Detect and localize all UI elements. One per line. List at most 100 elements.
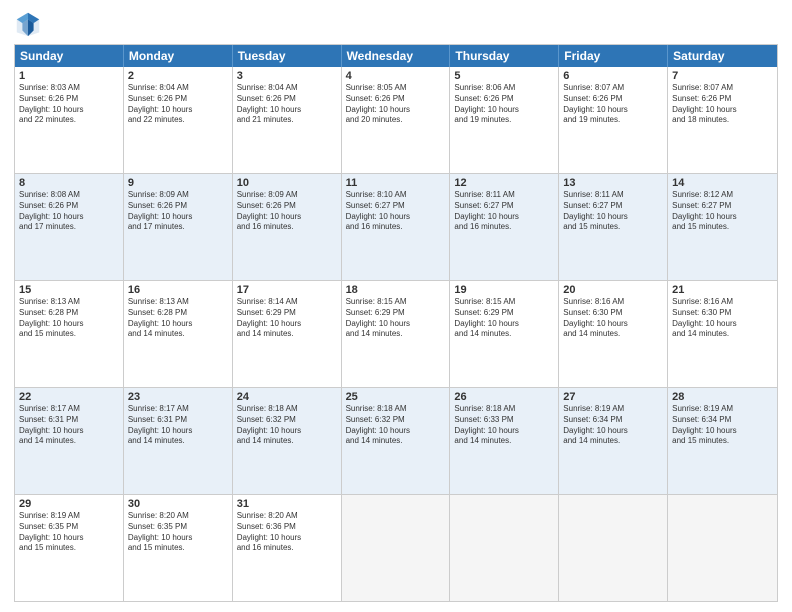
calendar-cell-1: 1Sunrise: 8:03 AM Sunset: 6:26 PM Daylig… <box>15 67 124 173</box>
calendar-cell-26: 26Sunrise: 8:18 AM Sunset: 6:33 PM Dayli… <box>450 388 559 494</box>
day-number: 12 <box>454 177 554 189</box>
day-number: 14 <box>672 177 773 189</box>
calendar-cell-29: 29Sunrise: 8:19 AM Sunset: 6:35 PM Dayli… <box>15 495 124 601</box>
day-number: 9 <box>128 177 228 189</box>
calendar-cell-empty <box>559 495 668 601</box>
day-number: 28 <box>672 391 773 403</box>
calendar-cell-30: 30Sunrise: 8:20 AM Sunset: 6:35 PM Dayli… <box>124 495 233 601</box>
day-number: 26 <box>454 391 554 403</box>
day-number: 23 <box>128 391 228 403</box>
day-number: 24 <box>237 391 337 403</box>
calendar-cell-31: 31Sunrise: 8:20 AM Sunset: 6:36 PM Dayli… <box>233 495 342 601</box>
calendar-cell-22: 22Sunrise: 8:17 AM Sunset: 6:31 PM Dayli… <box>15 388 124 494</box>
day-number: 8 <box>19 177 119 189</box>
calendar-cell-11: 11Sunrise: 8:10 AM Sunset: 6:27 PM Dayli… <box>342 174 451 280</box>
day-info: Sunrise: 8:13 AM Sunset: 6:28 PM Dayligh… <box>128 297 228 340</box>
calendar-cell-empty <box>342 495 451 601</box>
header-day-sunday: Sunday <box>15 45 124 67</box>
calendar: SundayMondayTuesdayWednesdayThursdayFrid… <box>14 44 778 602</box>
calendar-cell-empty <box>668 495 777 601</box>
day-number: 25 <box>346 391 446 403</box>
calendar-cell-27: 27Sunrise: 8:19 AM Sunset: 6:34 PM Dayli… <box>559 388 668 494</box>
logo <box>14 10 46 38</box>
day-info: Sunrise: 8:17 AM Sunset: 6:31 PM Dayligh… <box>128 404 228 447</box>
day-info: Sunrise: 8:06 AM Sunset: 6:26 PM Dayligh… <box>454 83 554 126</box>
day-info: Sunrise: 8:08 AM Sunset: 6:26 PM Dayligh… <box>19 190 119 233</box>
header <box>14 10 778 38</box>
calendar-cell-28: 28Sunrise: 8:19 AM Sunset: 6:34 PM Dayli… <box>668 388 777 494</box>
header-day-thursday: Thursday <box>450 45 559 67</box>
calendar-cell-empty <box>450 495 559 601</box>
day-number: 6 <box>563 70 663 82</box>
calendar-week-2: 8Sunrise: 8:08 AM Sunset: 6:26 PM Daylig… <box>15 173 777 280</box>
calendar-cell-16: 16Sunrise: 8:13 AM Sunset: 6:28 PM Dayli… <box>124 281 233 387</box>
header-day-saturday: Saturday <box>668 45 777 67</box>
day-info: Sunrise: 8:09 AM Sunset: 6:26 PM Dayligh… <box>237 190 337 233</box>
calendar-cell-7: 7Sunrise: 8:07 AM Sunset: 6:26 PM Daylig… <box>668 67 777 173</box>
day-info: Sunrise: 8:20 AM Sunset: 6:35 PM Dayligh… <box>128 511 228 554</box>
day-info: Sunrise: 8:17 AM Sunset: 6:31 PM Dayligh… <box>19 404 119 447</box>
calendar-week-5: 29Sunrise: 8:19 AM Sunset: 6:35 PM Dayli… <box>15 494 777 601</box>
day-info: Sunrise: 8:10 AM Sunset: 6:27 PM Dayligh… <box>346 190 446 233</box>
day-number: 29 <box>19 498 119 510</box>
day-number: 10 <box>237 177 337 189</box>
day-number: 4 <box>346 70 446 82</box>
day-info: Sunrise: 8:13 AM Sunset: 6:28 PM Dayligh… <box>19 297 119 340</box>
day-info: Sunrise: 8:19 AM Sunset: 6:35 PM Dayligh… <box>19 511 119 554</box>
day-number: 7 <box>672 70 773 82</box>
calendar-cell-4: 4Sunrise: 8:05 AM Sunset: 6:26 PM Daylig… <box>342 67 451 173</box>
page: SundayMondayTuesdayWednesdayThursdayFrid… <box>0 0 792 612</box>
calendar-cell-12: 12Sunrise: 8:11 AM Sunset: 6:27 PM Dayli… <box>450 174 559 280</box>
calendar-cell-23: 23Sunrise: 8:17 AM Sunset: 6:31 PM Dayli… <box>124 388 233 494</box>
day-info: Sunrise: 8:07 AM Sunset: 6:26 PM Dayligh… <box>672 83 773 126</box>
calendar-body: 1Sunrise: 8:03 AM Sunset: 6:26 PM Daylig… <box>15 67 777 601</box>
day-number: 18 <box>346 284 446 296</box>
calendar-week-1: 1Sunrise: 8:03 AM Sunset: 6:26 PM Daylig… <box>15 67 777 173</box>
day-info: Sunrise: 8:19 AM Sunset: 6:34 PM Dayligh… <box>672 404 773 447</box>
calendar-cell-8: 8Sunrise: 8:08 AM Sunset: 6:26 PM Daylig… <box>15 174 124 280</box>
day-number: 3 <box>237 70 337 82</box>
calendar-cell-15: 15Sunrise: 8:13 AM Sunset: 6:28 PM Dayli… <box>15 281 124 387</box>
day-info: Sunrise: 8:16 AM Sunset: 6:30 PM Dayligh… <box>672 297 773 340</box>
header-day-friday: Friday <box>559 45 668 67</box>
calendar-cell-18: 18Sunrise: 8:15 AM Sunset: 6:29 PM Dayli… <box>342 281 451 387</box>
day-info: Sunrise: 8:04 AM Sunset: 6:26 PM Dayligh… <box>237 83 337 126</box>
day-info: Sunrise: 8:20 AM Sunset: 6:36 PM Dayligh… <box>237 511 337 554</box>
day-number: 5 <box>454 70 554 82</box>
header-day-wednesday: Wednesday <box>342 45 451 67</box>
calendar-cell-10: 10Sunrise: 8:09 AM Sunset: 6:26 PM Dayli… <box>233 174 342 280</box>
calendar-cell-9: 9Sunrise: 8:09 AM Sunset: 6:26 PM Daylig… <box>124 174 233 280</box>
calendar-cell-17: 17Sunrise: 8:14 AM Sunset: 6:29 PM Dayli… <box>233 281 342 387</box>
day-number: 2 <box>128 70 228 82</box>
calendar-cell-19: 19Sunrise: 8:15 AM Sunset: 6:29 PM Dayli… <box>450 281 559 387</box>
day-number: 19 <box>454 284 554 296</box>
calendar-header: SundayMondayTuesdayWednesdayThursdayFrid… <box>15 45 777 67</box>
day-number: 21 <box>672 284 773 296</box>
day-info: Sunrise: 8:15 AM Sunset: 6:29 PM Dayligh… <box>454 297 554 340</box>
day-info: Sunrise: 8:19 AM Sunset: 6:34 PM Dayligh… <box>563 404 663 447</box>
logo-icon <box>14 10 42 38</box>
calendar-cell-25: 25Sunrise: 8:18 AM Sunset: 6:32 PM Dayli… <box>342 388 451 494</box>
day-info: Sunrise: 8:12 AM Sunset: 6:27 PM Dayligh… <box>672 190 773 233</box>
day-number: 22 <box>19 391 119 403</box>
calendar-cell-24: 24Sunrise: 8:18 AM Sunset: 6:32 PM Dayli… <box>233 388 342 494</box>
day-number: 16 <box>128 284 228 296</box>
day-number: 13 <box>563 177 663 189</box>
day-number: 1 <box>19 70 119 82</box>
day-info: Sunrise: 8:16 AM Sunset: 6:30 PM Dayligh… <box>563 297 663 340</box>
day-number: 31 <box>237 498 337 510</box>
day-info: Sunrise: 8:18 AM Sunset: 6:32 PM Dayligh… <box>237 404 337 447</box>
calendar-week-3: 15Sunrise: 8:13 AM Sunset: 6:28 PM Dayli… <box>15 280 777 387</box>
day-info: Sunrise: 8:18 AM Sunset: 6:33 PM Dayligh… <box>454 404 554 447</box>
calendar-cell-20: 20Sunrise: 8:16 AM Sunset: 6:30 PM Dayli… <box>559 281 668 387</box>
day-number: 30 <box>128 498 228 510</box>
calendar-cell-3: 3Sunrise: 8:04 AM Sunset: 6:26 PM Daylig… <box>233 67 342 173</box>
day-info: Sunrise: 8:05 AM Sunset: 6:26 PM Dayligh… <box>346 83 446 126</box>
calendar-week-4: 22Sunrise: 8:17 AM Sunset: 6:31 PM Dayli… <box>15 387 777 494</box>
calendar-cell-13: 13Sunrise: 8:11 AM Sunset: 6:27 PM Dayli… <box>559 174 668 280</box>
day-info: Sunrise: 8:11 AM Sunset: 6:27 PM Dayligh… <box>454 190 554 233</box>
calendar-cell-6: 6Sunrise: 8:07 AM Sunset: 6:26 PM Daylig… <box>559 67 668 173</box>
header-day-tuesday: Tuesday <box>233 45 342 67</box>
calendar-cell-5: 5Sunrise: 8:06 AM Sunset: 6:26 PM Daylig… <box>450 67 559 173</box>
day-number: 15 <box>19 284 119 296</box>
